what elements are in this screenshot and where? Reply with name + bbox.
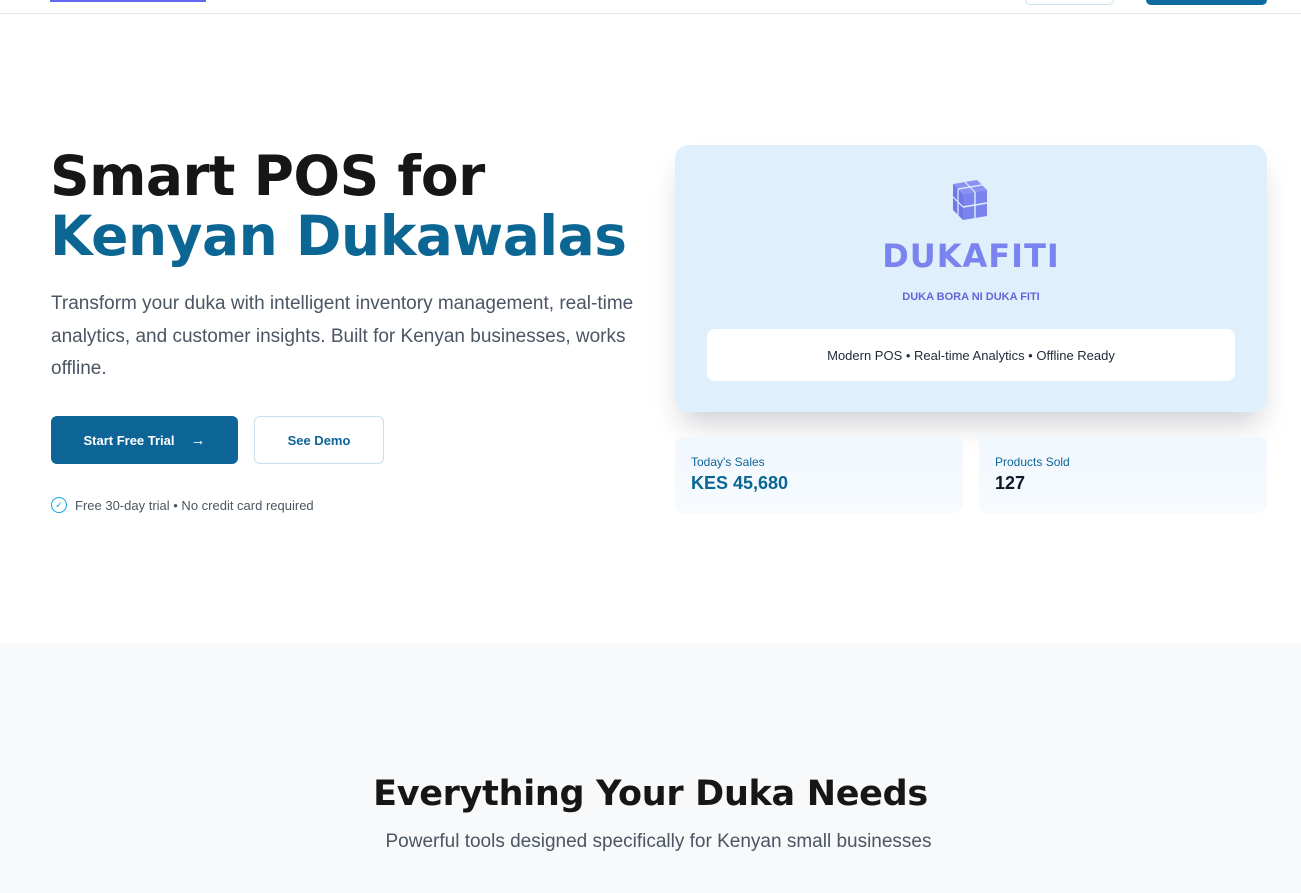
- arrow-right-icon: →: [190, 431, 206, 449]
- section-subtitle: Powerful tools designed specifically for…: [385, 831, 932, 852]
- stat-card-products-sold: Products Sold 127: [979, 437, 1267, 513]
- start-free-trial-button[interactable]: Start Free Trial →: [51, 416, 238, 464]
- top-navigation: [0, 0, 1301, 14]
- cube-icon: [952, 180, 988, 220]
- stat-value: 127: [995, 473, 1026, 493]
- nav-get-started-button[interactable]: [1146, 0, 1267, 5]
- hero-title: Smart POS for Kenyan Dukawalas: [50, 146, 627, 266]
- section-title: Everything Your Duka Needs: [373, 774, 928, 814]
- features-section: Everything Your Duka Needs Powerful tool…: [0, 643, 1301, 893]
- see-demo-label: See Demo: [287, 432, 351, 448]
- brand-name: DUKAFITI: [882, 237, 1060, 275]
- stat-label: Products Sold: [995, 455, 1070, 469]
- stat-value: KES 45,680: [691, 473, 789, 493]
- stat-card-todays-sales: Today's Sales KES 45,680: [675, 437, 963, 513]
- see-demo-button[interactable]: See Demo: [254, 416, 384, 464]
- trial-note: ✓ Free 30-day trial • No credit card req…: [51, 497, 314, 513]
- stat-label: Today's Sales: [691, 455, 765, 469]
- nav-logo[interactable]: [50, 0, 206, 2]
- hero-title-line1: Smart POS for: [50, 144, 485, 208]
- nav-login-button[interactable]: [1025, 0, 1114, 5]
- brand-card: DUKAFITI DUKA BORA NI DUKA FITI Modern P…: [675, 145, 1267, 412]
- check-circle-icon: ✓: [51, 497, 67, 513]
- features-pill: Modern POS • Real-time Analytics • Offli…: [707, 329, 1235, 381]
- hero-title-line2: Kenyan Dukawalas: [50, 204, 627, 268]
- hero-description: Transform your duka with intelligent inv…: [51, 293, 634, 379]
- trial-note-text: Free 30-day trial • No credit card requi…: [75, 497, 314, 513]
- start-free-trial-label: Start Free Trial: [83, 432, 175, 448]
- brand-tagline: DUKA BORA NI DUKA FITI: [902, 291, 1040, 303]
